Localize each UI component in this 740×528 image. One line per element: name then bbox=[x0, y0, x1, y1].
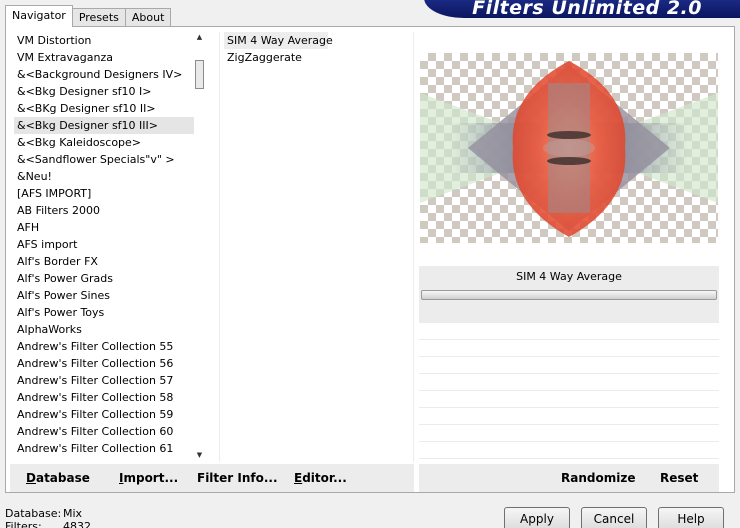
database-button[interactable]: Database bbox=[26, 464, 90, 492]
scroll-thumb[interactable] bbox=[195, 60, 204, 89]
category-item[interactable]: AB Filters 2000 bbox=[14, 202, 194, 219]
right-button-bar: Randomize Reset bbox=[419, 464, 719, 492]
category-item[interactable]: Andrew's Filter Collection 59 bbox=[14, 406, 194, 423]
category-item[interactable]: Alf's Power Sines bbox=[14, 287, 194, 304]
randomize-button[interactable]: Randomize bbox=[561, 464, 635, 492]
database-status-label: Database: bbox=[5, 507, 62, 520]
parameter-row bbox=[419, 357, 719, 374]
category-item[interactable]: VM Distortion bbox=[14, 32, 194, 49]
category-item[interactable]: VM Extravaganza bbox=[14, 49, 194, 66]
category-item[interactable]: Alf's Border FX bbox=[14, 253, 194, 270]
filter-item-selected[interactable]: SIM 4 Way Average bbox=[224, 32, 333, 49]
filters-status-value: 4832 bbox=[63, 520, 91, 528]
cancel-button[interactable]: Cancel bbox=[581, 507, 647, 528]
database-status-value: Mix bbox=[63, 507, 83, 520]
category-item[interactable]: AFH bbox=[14, 219, 194, 236]
parameter-panel: SIM 4 Way Average bbox=[419, 266, 719, 323]
apply-button[interactable]: Apply bbox=[504, 507, 570, 528]
parameter-row bbox=[419, 442, 719, 459]
parameter-slider[interactable] bbox=[421, 290, 717, 300]
category-item[interactable]: Andrew's Filter Collection 56 bbox=[14, 355, 194, 372]
selected-filter-title: SIM 4 Way Average bbox=[516, 270, 622, 283]
tab-presets[interactable]: Presets bbox=[71, 8, 126, 27]
category-item[interactable]: AlphaWorks bbox=[14, 321, 194, 338]
category-item[interactable]: &<Background Designers IV> bbox=[14, 66, 194, 83]
filters-status-label: Filters: bbox=[5, 520, 42, 528]
category-item[interactable]: Andrew's Filter Collection 55 bbox=[14, 338, 194, 355]
parameter-rows bbox=[419, 323, 719, 459]
category-item[interactable]: AFS import bbox=[14, 236, 194, 253]
banner-title: Filters Unlimited 2.0 bbox=[472, 0, 702, 18]
tab-navigator[interactable]: Navigator bbox=[5, 5, 73, 27]
category-scrollbar[interactable]: ▲ ▼ bbox=[193, 31, 206, 461]
filters-unlimited-banner: Filters Unlimited 2.0 bbox=[424, 0, 740, 18]
category-item[interactable]: Alf's Power Grads bbox=[14, 270, 194, 287]
category-item[interactable]: &<BKg Designer sf10 II> bbox=[14, 100, 194, 117]
filter-list[interactable]: SIM 4 Way Average ZigZaggerate bbox=[219, 32, 414, 462]
category-item[interactable]: Andrew's Filter Collection 58 bbox=[14, 389, 194, 406]
preview-graphic bbox=[420, 61, 718, 237]
import-button[interactable]: Import... bbox=[119, 464, 178, 492]
parameter-row bbox=[419, 374, 719, 391]
tab-bar: Navigator Presets About bbox=[5, 5, 172, 27]
filter-item[interactable]: ZigZaggerate bbox=[224, 49, 413, 66]
category-item[interactable]: &<Sandflower Specials"v" > bbox=[14, 151, 194, 168]
navigator-panel: VM Distortion VM Extravaganza &<Backgrou… bbox=[5, 26, 735, 493]
scroll-up-icon[interactable]: ▲ bbox=[193, 31, 206, 43]
category-item[interactable]: [AFS IMPORT] bbox=[14, 185, 194, 202]
parameter-row bbox=[419, 340, 719, 357]
filter-info-button[interactable]: Filter Info... bbox=[197, 464, 278, 492]
filter-preview-image bbox=[420, 53, 718, 243]
category-item[interactable]: &<Bkg Kaleidoscope> bbox=[14, 134, 194, 151]
parameter-row bbox=[419, 391, 719, 408]
reset-button[interactable]: Reset bbox=[660, 464, 698, 492]
category-item[interactable]: Andrew's Filter Collection 57 bbox=[14, 372, 194, 389]
category-item[interactable]: &<Bkg Designer sf10 I> bbox=[14, 83, 194, 100]
help-button[interactable]: Help bbox=[658, 507, 724, 528]
tab-about[interactable]: About bbox=[124, 8, 172, 27]
parameter-row bbox=[419, 425, 719, 442]
category-item[interactable]: Alf's Power Toys bbox=[14, 304, 194, 321]
category-list[interactable]: VM Distortion VM Extravaganza &<Backgrou… bbox=[14, 32, 194, 462]
category-item[interactable]: Andrew's Filter Collection 61 bbox=[14, 440, 194, 457]
parameter-row bbox=[419, 408, 719, 425]
status-area: Database: Mix Filters: 4832 bbox=[5, 507, 91, 528]
category-item[interactable]: &Neu! bbox=[14, 168, 194, 185]
left-button-bar: Database Import... Filter Info... Editor… bbox=[10, 464, 414, 492]
editor-button[interactable]: Editor... bbox=[294, 464, 347, 492]
scroll-down-icon[interactable]: ▼ bbox=[193, 449, 206, 461]
category-item[interactable]: Andrew's Filter Collection 60 bbox=[14, 423, 194, 440]
parameter-row bbox=[419, 323, 719, 340]
category-item-selected[interactable]: &<Bkg Designer sf10 III> bbox=[14, 117, 194, 134]
